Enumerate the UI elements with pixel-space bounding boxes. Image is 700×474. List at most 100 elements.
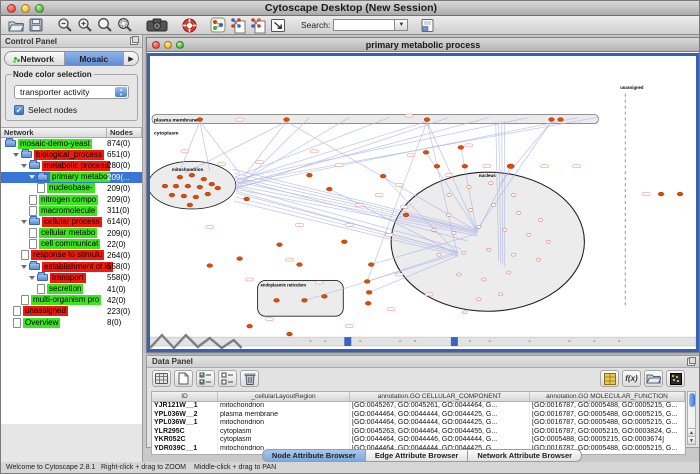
combo-stepper-icon[interactable]: ▲▼ [115, 87, 127, 97]
gene-node[interactable] [201, 177, 207, 181]
tree-row[interactable]: transport558(0) [1, 272, 142, 283]
gene-node[interactable] [284, 118, 290, 122]
column-header[interactable]: ID [152, 392, 218, 401]
table-scrollbar[interactable]: ▲ ▼ [687, 391, 696, 445]
nucleus-node[interactable] [503, 228, 507, 231]
tree-row[interactable]: metabolic process280(0) [1, 160, 142, 171]
network-label[interactable]: establishment of lo [42, 262, 113, 272]
tab-network[interactable]: Network [5, 52, 65, 65]
open-session-button[interactable] [6, 17, 26, 34]
nucleus-node[interactable] [487, 248, 491, 251]
gene-node[interactable] [244, 197, 250, 201]
nucleus-node[interactable] [447, 213, 451, 216]
network-label[interactable]: cell communicat [39, 239, 100, 249]
create-view-button[interactable] [268, 17, 288, 34]
column-header[interactable]: annotation.GO MOLECULAR_FUNCTION [530, 392, 685, 401]
gene-node[interactable] [185, 184, 191, 188]
gene-node[interactable] [207, 264, 213, 268]
tree-row[interactable]: cellular process614(0) [1, 216, 142, 227]
gene-node[interactable] [181, 194, 187, 198]
gene-node[interactable] [341, 240, 347, 244]
gene-node[interactable] [205, 192, 211, 196]
import-network-button[interactable] [228, 17, 248, 34]
gene-node[interactable] [297, 263, 303, 267]
attribute-matrix-button[interactable] [152, 370, 171, 387]
gene-node[interactable] [434, 164, 440, 168]
search-input[interactable] [333, 19, 395, 31]
gene-node[interactable] [549, 118, 555, 122]
browser-tab[interactable]: Edge Attribute Browser [365, 449, 467, 462]
nucleus-node[interactable] [432, 228, 436, 231]
scroll-down-arrow[interactable]: ▼ [688, 436, 695, 444]
tree-row[interactable]: macromolecule311(0) [1, 205, 142, 216]
nucleus-node[interactable] [469, 208, 473, 211]
nucleus-node[interactable] [447, 194, 451, 197]
unselect-attributes-button[interactable] [218, 370, 237, 387]
disclosure-triangle-icon[interactable] [21, 220, 27, 224]
network-label[interactable]: cellular metabo [39, 228, 97, 238]
search-dropdown-arrow[interactable]: ▼ [395, 19, 408, 31]
tree-row[interactable]: cell communicat22(0) [1, 239, 142, 250]
gene-node[interactable] [215, 186, 221, 190]
nucleus-node[interactable] [477, 225, 481, 228]
nucleus-node[interactable] [467, 186, 471, 189]
disclosure-triangle-icon[interactable] [21, 164, 27, 168]
gene-node[interactable] [368, 263, 374, 267]
tree-row[interactable]: multi-organism pro42(0) [1, 295, 142, 306]
node-color-combo[interactable]: transporter activity ▲▼ [14, 85, 129, 99]
nucleus-node[interactable] [526, 233, 530, 236]
scroll-up-arrow[interactable]: ▲ [688, 428, 695, 436]
network-label[interactable]: primary metabo [50, 172, 110, 182]
nucleus-node[interactable] [489, 182, 493, 185]
nucleus-node[interactable] [506, 271, 510, 274]
tree-row[interactable]: cellular metabo209(0) [1, 228, 142, 239]
column-header[interactable]: annotation.GO CELLULAR_COMPONENT [350, 392, 530, 401]
network-label[interactable]: unassigned [23, 306, 68, 316]
gene-node[interactable] [197, 185, 203, 189]
browser-tab[interactable]: Network Attribute Browser [467, 449, 582, 462]
nucleus-node[interactable] [546, 240, 550, 243]
gene-node[interactable] [209, 182, 215, 186]
float-panel-icon[interactable] [130, 37, 138, 45]
tree-row[interactable]: primary metabo209(... [1, 172, 142, 183]
gene-node[interactable] [277, 243, 283, 247]
gene-node[interactable] [424, 118, 430, 122]
nucleus-node[interactable] [499, 293, 503, 296]
gene-node[interactable] [366, 290, 372, 294]
network-edge[interactable] [236, 118, 529, 180]
tree-row[interactable]: nitrogen compo209(0) [1, 194, 142, 205]
nucleus-node[interactable] [437, 253, 441, 256]
attribute-map-button[interactable] [666, 370, 685, 387]
attribute-batch-button[interactable] [600, 370, 619, 387]
network-label[interactable]: cellular process [42, 217, 102, 227]
gene-node[interactable] [458, 145, 464, 149]
tree-row[interactable]: response to stimulu264(0) [1, 250, 142, 261]
network-canvas[interactable]: plasma membranecytoplasmmitochondrionnuc… [147, 53, 699, 352]
network-label[interactable]: multi-organism pro [31, 295, 101, 305]
gene-node[interactable] [162, 184, 168, 188]
gene-node[interactable] [365, 301, 371, 305]
tab-overflow-arrow[interactable]: ▶ [124, 52, 138, 65]
disclosure-triangle-icon[interactable] [21, 265, 27, 269]
network-edge[interactable] [499, 122, 552, 186]
data-panel-float-icon[interactable] [687, 358, 695, 366]
network-edge[interactable] [236, 118, 449, 190]
gene-node[interactable] [173, 184, 179, 188]
gene-node[interactable] [187, 203, 193, 207]
gene-node[interactable] [321, 294, 327, 298]
gene-node[interactable] [462, 164, 468, 168]
tree-row[interactable]: establishment of lo558(0) [1, 261, 142, 272]
nucleus-node[interactable] [477, 298, 481, 301]
plasma-membrane-region[interactable] [152, 115, 598, 124]
select-attributes-button[interactable] [196, 370, 215, 387]
new-attribute-button[interactable] [174, 370, 193, 387]
gene-node[interactable] [287, 332, 293, 336]
network-label[interactable]: mosaic-demo-yeast [18, 139, 92, 149]
function-builder-button[interactable]: f(x) [622, 370, 641, 387]
tree-row[interactable]: Overview8(0) [1, 317, 142, 328]
table-row[interactable]: YPL036W__1mitochondrion[GO:0044464, GO:0… [152, 419, 685, 428]
network-label[interactable]: nitrogen compo [39, 195, 98, 205]
gene-node[interactable] [197, 118, 203, 122]
disclosure-triangle-icon[interactable] [29, 276, 35, 280]
snapshot-button[interactable] [144, 17, 170, 34]
